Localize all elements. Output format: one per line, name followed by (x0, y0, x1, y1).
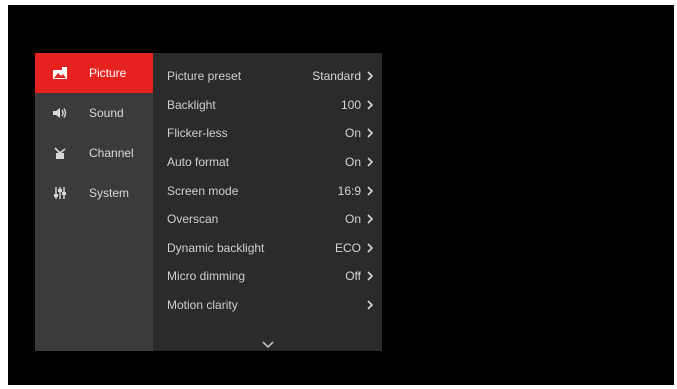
sidebar-item-channel[interactable]: Channel (35, 133, 153, 173)
chevron-right-icon (367, 100, 373, 110)
setting-value-group: 16:9 (338, 184, 373, 198)
setting-value: 16:9 (337, 183, 361, 198)
setting-label: Micro dimming (167, 269, 246, 284)
sidebar-item-label: Channel (89, 146, 134, 160)
setting-row-dynamic-backlight[interactable]: Dynamic backlight ECO (153, 234, 382, 263)
sidebar-item-label: System (89, 186, 130, 200)
chevron-right-icon (367, 271, 373, 282)
setting-label: Picture preset (167, 69, 242, 84)
chevron-right-icon (367, 71, 373, 81)
setting-value-group: Standard (312, 69, 373, 83)
setting-row-motion-clarity[interactable]: Motion clarity (153, 291, 382, 320)
setting-label: Flicker-less (167, 126, 228, 141)
chevron-right-icon (367, 128, 373, 139)
setting-row-screen-mode[interactable]: Screen mode 16:9 (153, 176, 382, 205)
sidebar-item-label: Sound (89, 106, 124, 120)
setting-label: Screen mode (167, 183, 239, 198)
setting-row-overscan[interactable]: Overscan On (153, 205, 382, 234)
setting-row-backlight[interactable]: Backlight 100 (153, 91, 382, 120)
setting-label: Dynamic backlight (167, 240, 265, 255)
setting-label: Auto format (167, 155, 230, 170)
setting-value-group: On (345, 155, 373, 169)
setting-label: Motion clarity (167, 298, 238, 313)
speaker-icon (51, 105, 69, 121)
setting-value: On (344, 126, 361, 141)
sliders-icon (51, 185, 69, 201)
sidebar-item-sound[interactable]: Sound (35, 93, 153, 133)
picture-icon (51, 65, 69, 81)
setting-value-group: On (345, 212, 373, 226)
setting-row-auto-format[interactable]: Auto format On (153, 148, 382, 177)
chevron-right-icon (367, 300, 373, 310)
tv-screen: Picture Sound Channel System Picture pre… (8, 5, 674, 385)
settings-menu: Picture Sound Channel System Picture pre… (35, 53, 382, 351)
chevron-right-icon (367, 186, 373, 196)
setting-value-group: Off (345, 269, 373, 283)
antenna-icon (51, 145, 69, 161)
setting-label: Backlight (167, 97, 216, 112)
setting-row-picture-preset[interactable]: Picture preset Standard (153, 62, 382, 91)
setting-value-group (361, 300, 373, 310)
setting-value-group: 100 (341, 98, 373, 112)
picture-settings-list: Picture preset Standard Backlight 100 Fl… (153, 53, 382, 351)
setting-value: ECO (334, 240, 361, 255)
settings-sidebar: Picture Sound Channel System (35, 53, 153, 351)
setting-label: Overscan (167, 212, 219, 227)
setting-value: On (344, 212, 361, 227)
setting-value: Off (345, 269, 361, 284)
setting-value: Standard (312, 69, 361, 84)
chevron-right-icon (367, 157, 373, 167)
setting-value: 100 (340, 97, 361, 112)
sidebar-item-picture[interactable]: Picture (35, 53, 153, 93)
chevron-right-icon (367, 243, 373, 253)
setting-value-group: ECO (335, 241, 373, 255)
setting-row-flicker-less[interactable]: Flicker-less On (153, 119, 382, 148)
chevron-down-icon[interactable] (261, 337, 275, 349)
setting-value-group: On (345, 126, 373, 140)
sidebar-item-label: Picture (89, 66, 127, 80)
chevron-right-icon (367, 214, 373, 224)
sidebar-item-system[interactable]: System (35, 173, 153, 213)
setting-row-micro-dimming[interactable]: Micro dimming Off (153, 262, 382, 291)
setting-value: On (344, 155, 361, 170)
